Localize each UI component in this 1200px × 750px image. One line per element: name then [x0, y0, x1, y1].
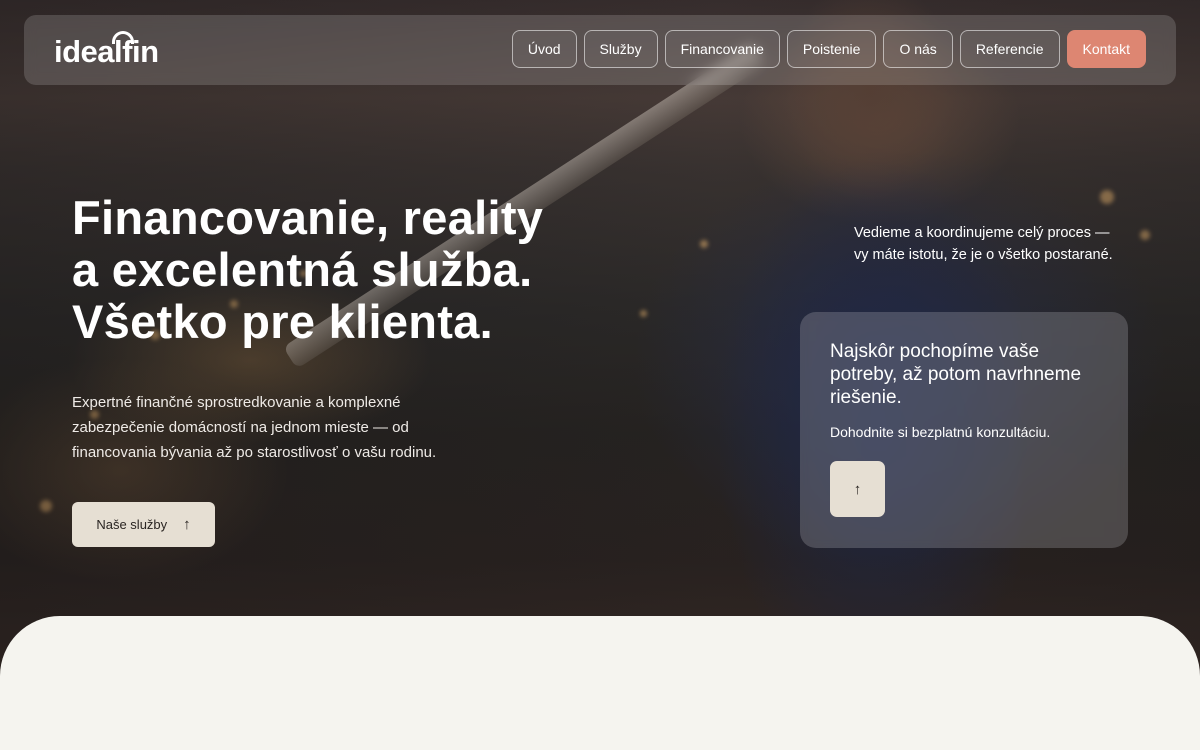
headline-line-3: Všetko pre klienta.: [72, 295, 494, 348]
nav-kontakt-button[interactable]: Kontakt: [1066, 30, 1146, 68]
arrow-up-icon: ↑: [183, 516, 191, 533]
nav-referencie[interactable]: Referencie: [959, 30, 1060, 68]
nav-financovanie[interactable]: Financovanie: [664, 30, 780, 68]
arrow-up-icon: ↑: [853, 480, 862, 498]
headline-line-2: a excelentná služba.: [72, 243, 533, 296]
headline-line-1: Financovanie, reality: [72, 191, 544, 244]
hero-headline: Financovanie, reality a excelentná služb…: [72, 192, 692, 348]
logo-text: idealfin: [54, 34, 159, 69]
nav-sluzby[interactable]: Služby: [583, 30, 658, 68]
services-button-label: Naše služby: [96, 517, 168, 532]
card-title: Najskôr pochopíme vaše potreby, až potom…: [830, 341, 1082, 408]
card-subtitle: Dohodnite si bezplatnú konzultáciu.: [830, 424, 1051, 440]
hero-intro: Expertné finančné sprostredkovanie a kom…: [72, 394, 437, 461]
logo[interactable]: idealfin: [54, 35, 159, 69]
consultation-card: Najskôr pochopíme vaše potreby, až potom…: [800, 312, 1128, 548]
nav-poistenie[interactable]: Poistenie: [786, 30, 877, 68]
services-button[interactable]: Naše služby ↑: [72, 502, 215, 547]
nav-o-nas[interactable]: O nás: [883, 30, 953, 68]
navbar: idealfin Úvod Služby Financovanie Poiste…: [24, 15, 1176, 85]
content-section-top: [0, 616, 1200, 750]
main-nav: Úvod Služby Financovanie Poistenie O nás…: [511, 30, 1146, 68]
logo-roof-icon: [112, 31, 134, 44]
nav-uvod[interactable]: Úvod: [511, 30, 577, 68]
consultation-button[interactable]: ↑: [830, 461, 885, 517]
hero-side-text: Vedieme a koordinujeme celý proces — vy …: [854, 225, 1113, 263]
